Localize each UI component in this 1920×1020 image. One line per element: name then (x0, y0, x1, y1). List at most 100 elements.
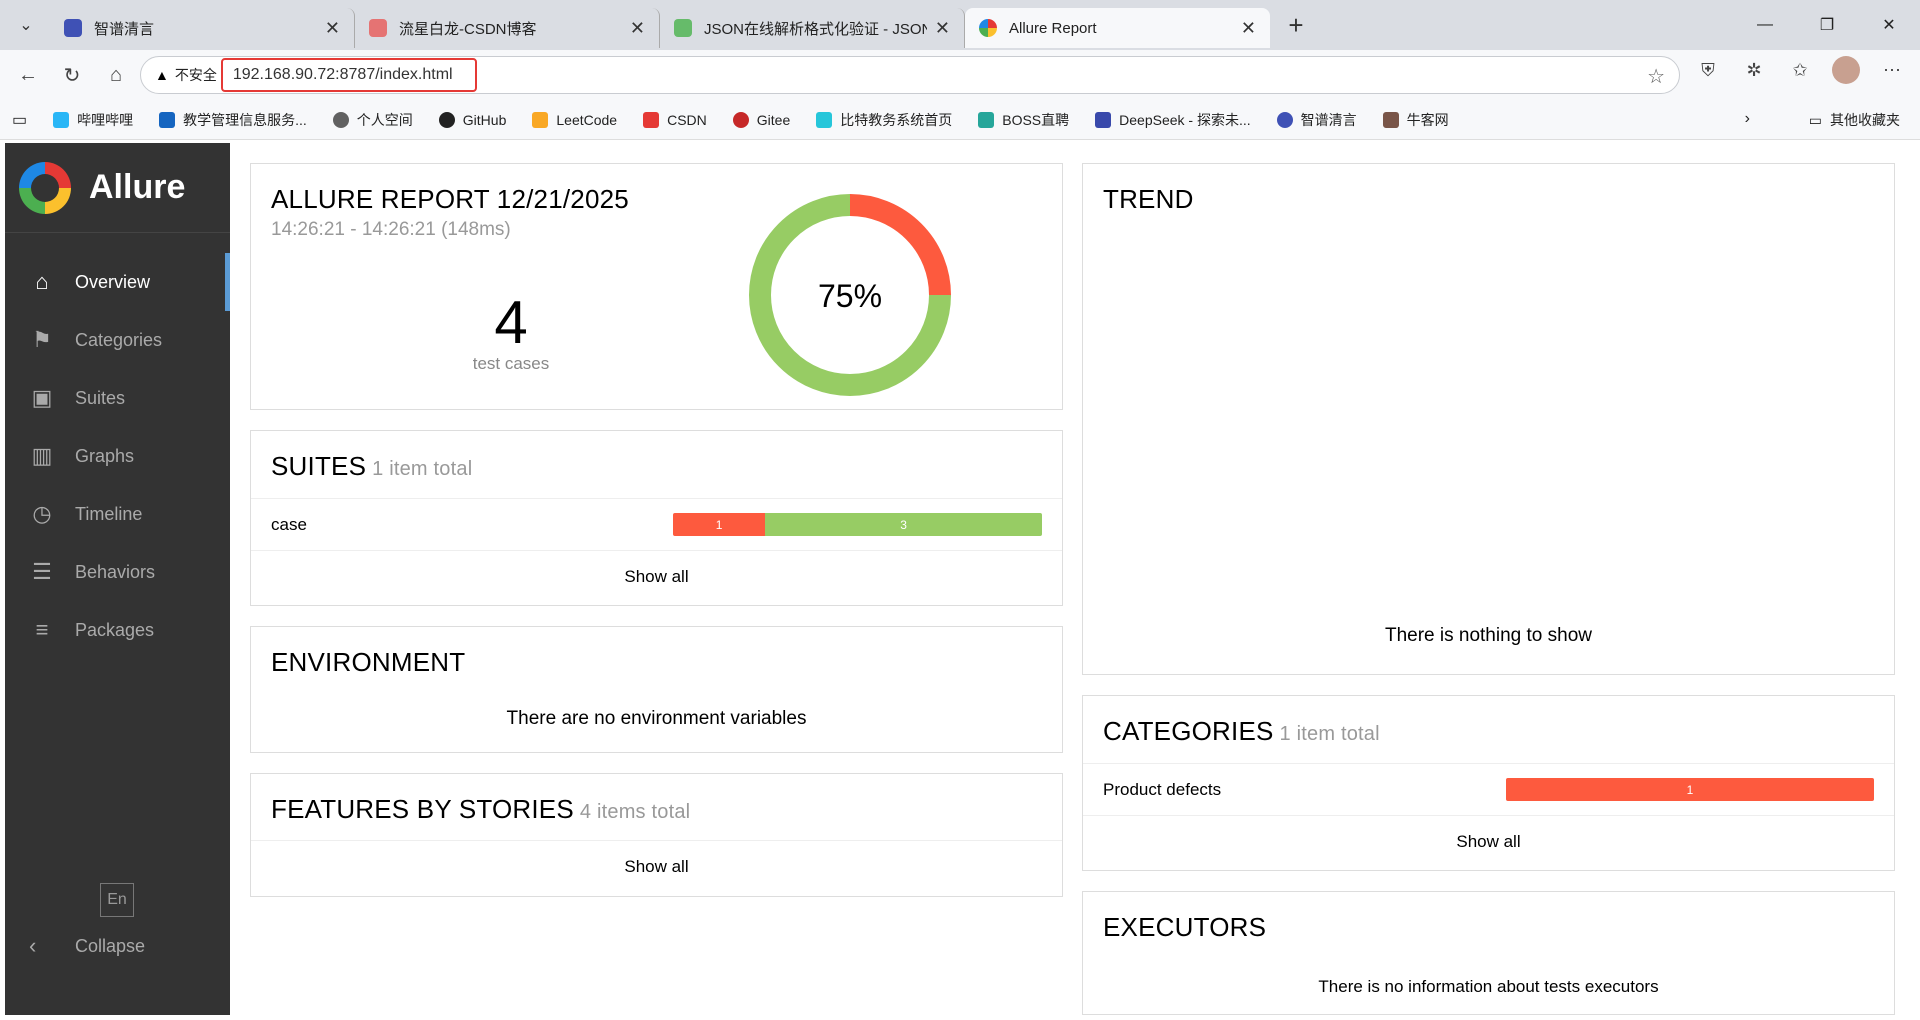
home-button[interactable]: ⌂ (94, 55, 138, 95)
star-icon[interactable]: ☆ (1647, 64, 1665, 89)
sidebar-item-categories[interactable]: ⚑ Categories (5, 311, 230, 369)
sidebar-item-graphs[interactable]: ▥ Graphs (5, 427, 230, 485)
bookmark-3[interactable]: GitHub (438, 111, 506, 128)
home-icon: ⌂ (35, 269, 49, 294)
bookmark-6[interactable]: Gitee (732, 111, 790, 128)
sidebar-item-overview[interactable]: ⌂ Overview (5, 253, 230, 311)
categories-show-all[interactable]: Show all (1083, 815, 1894, 867)
back-button[interactable]: ← (6, 55, 50, 95)
sidebar: Allure ⌂ Overview ⚑ Categories ▣ Suites ▥ Gr… (5, 143, 230, 1015)
leetcode-icon (532, 111, 549, 128)
bookmark-2[interactable]: 个人空间 (332, 110, 413, 130)
new-tab-button[interactable]: + (1276, 5, 1316, 45)
tab-list-button[interactable]: ⌄ (6, 5, 46, 45)
bookmark-9[interactable]: DeepSeek - 探索未... (1095, 110, 1251, 130)
bookmark-0[interactable]: 哔哩哔哩 (53, 110, 133, 130)
environment-empty-message: There are no environment variables (506, 708, 807, 729)
chevron-left-icon: ‹ (29, 933, 37, 958)
bookmarks-bar: ▭ 哔哩哔哩 教学管理信息服务... 个人空间 GitHub LeetCode … (0, 100, 1920, 140)
failed-segment: 1 (673, 513, 766, 536)
chevron-down-icon: ⌄ (19, 17, 33, 34)
bookmark-11[interactable]: 牛客网 (1382, 110, 1449, 130)
bit-icon (816, 111, 833, 128)
executors-title: EXECUTORS (1103, 912, 1267, 942)
chevron-right-icon[interactable]: › (1745, 110, 1750, 128)
sidebar-item-suites[interactable]: ▣ Suites (5, 369, 230, 427)
sidebar-item-timeline[interactable]: ◷ Timeline (5, 485, 230, 543)
json-icon (674, 19, 692, 37)
language-button[interactable]: En (100, 883, 134, 917)
deepseek-icon (1095, 111, 1112, 128)
folder-icon: ▭ (1808, 111, 1822, 128)
url-text[interactable]: 192.168.90.72:8787/index.html (220, 58, 477, 92)
test-case-count: 4 (494, 289, 528, 356)
close-icon[interactable]: ✕ (935, 18, 950, 39)
toolbar-icons: ⛨ ✲ ✩ ⋯ (1694, 56, 1906, 84)
close-icon[interactable]: ✕ (630, 18, 645, 39)
close-icon[interactable]: ✕ (325, 18, 340, 39)
more-icon[interactable]: ⋯ (1878, 56, 1906, 84)
other-bookmarks[interactable]: ▭ 其他收藏夹 (1809, 110, 1900, 130)
address-bar[interactable]: ▲ 不安全 192.168.90.72:8787/index.html ☆ (140, 56, 1680, 94)
bookmark-5[interactable]: CSDN (643, 111, 707, 128)
briefcase-icon: ▣ (31, 385, 53, 410)
features-count: 4 items total (579, 801, 691, 823)
pass-rate-donut[interactable]: 75% (749, 194, 951, 396)
flag-icon: ⚑ (32, 327, 52, 352)
bookmark-7[interactable]: 比特教务系统首页 (816, 110, 952, 130)
plus-icon: + (1288, 9, 1304, 40)
insecure-label[interactable]: 不安全 (175, 65, 217, 85)
browser-tab-0[interactable]: 智谱清言 ✕ (50, 8, 355, 48)
categories-count: 1 item total (1279, 723, 1380, 745)
browser-tab-1[interactable]: 流星白龙-CSDN博客 ✕ (355, 8, 660, 48)
suite-status-bar[interactable]: 1 3 (673, 513, 1042, 536)
trend-empty-message: There is nothing to show (1384, 625, 1592, 646)
extensions-icon[interactable]: ✲ (1740, 56, 1768, 84)
bookmark-1[interactable]: 教学管理信息服务... (159, 110, 307, 130)
failed-segment: 1 (1506, 778, 1874, 801)
reading-list-icon[interactable]: ▭ (12, 110, 27, 130)
executors-empty-message: There is no information about tests exec… (1318, 977, 1659, 996)
sidebar-item-behaviors[interactable]: ☰ Behaviors (5, 543, 230, 601)
csdn-icon (369, 19, 387, 37)
nowcoder-icon (1382, 111, 1399, 128)
test-case-label: test cases (472, 354, 550, 373)
sidebar-menu: ⌂ Overview ⚑ Categories ▣ Suites ▥ Graphs ◷ T… (5, 253, 230, 659)
categories-title: CATEGORIES 1 item total (1103, 716, 1380, 746)
align-left-icon: ≡ (35, 617, 49, 642)
csdn-icon (643, 111, 660, 128)
features-show-all[interactable]: Show all (251, 840, 1062, 892)
shield-icon[interactable]: ⛨ (1694, 56, 1722, 84)
collapse-button[interactable]: ‹ Collapse (29, 933, 145, 959)
minimize-icon[interactable]: — (1734, 0, 1796, 50)
close-window-icon[interactable]: ✕ (1858, 0, 1920, 50)
restore-icon[interactable]: ❐ (1796, 0, 1858, 50)
features-widget: FEATURES BY STORIES 4 items total Show al… (250, 773, 1063, 897)
allure-icon (979, 19, 997, 37)
avatar[interactable] (1832, 56, 1860, 84)
table-row[interactable]: Product defects 1 (1083, 763, 1894, 815)
category-status-bar[interactable]: 1 (1506, 778, 1874, 801)
boss-icon (978, 111, 995, 128)
bookmark-4[interactable]: LeetCode (532, 111, 617, 128)
summary-widget: ALLURE REPORT 12/21/2025 14:26:21 - 14:2… (250, 163, 1063, 410)
features-title: FEATURES BY STORIES 4 items total (271, 794, 691, 824)
browser-tab-3[interactable]: Allure Report ✕ (965, 8, 1270, 48)
window-controls: — ❐ ✕ (1734, 0, 1920, 50)
category-name: Product defects (1103, 779, 1222, 799)
bookmark-8[interactable]: BOSS直聘 (978, 110, 1069, 130)
gitee-icon (732, 111, 749, 128)
sidebar-item-packages[interactable]: ≡ Packages (5, 601, 230, 659)
bookmark-10[interactable]: 智谱清言 (1276, 110, 1357, 130)
pass-rate-label: 75% (818, 278, 882, 314)
favorites-icon[interactable]: ✩ (1786, 56, 1814, 84)
warning-icon: ▲ (155, 67, 169, 83)
executors-widget: EXECUTORS There is no information about … (1082, 891, 1895, 1015)
brand[interactable]: Allure (5, 143, 230, 233)
browser-tab-2[interactable]: JSON在线解析格式化验证 - JSON.c ✕ (660, 8, 965, 48)
table-row[interactable]: case 1 3 (251, 498, 1062, 550)
suites-show-all[interactable]: Show all (251, 550, 1062, 602)
reload-button[interactable]: ↻ (50, 55, 94, 95)
close-icon[interactable]: ✕ (1241, 18, 1256, 39)
allure-logo-icon (19, 161, 71, 214)
